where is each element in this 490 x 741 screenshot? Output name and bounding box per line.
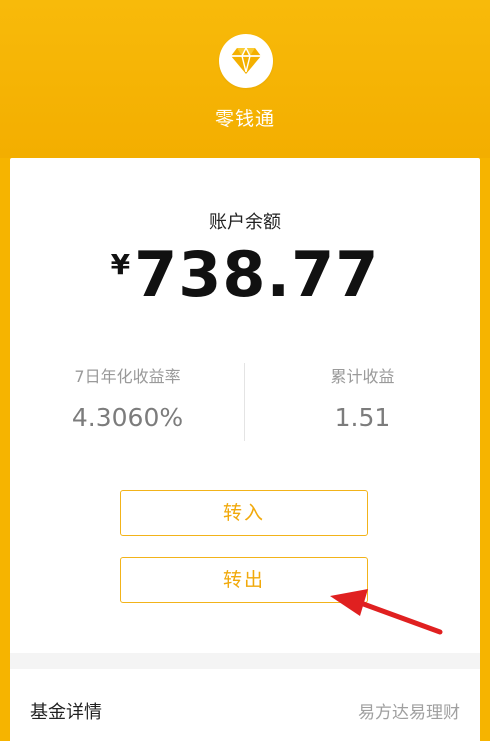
red-arrow-icon [330, 589, 443, 635]
account-card: 账户余额 ¥738.77 7日年化收益率 4.3060% 累计收益 1.51 转… [10, 158, 480, 741]
stats-section: 7日年化收益率 4.3060% 累计收益 1.51 [10, 361, 480, 441]
yield-label: 7日年化收益率 [74, 367, 181, 386]
transfer-in-button[interactable]: 转入 [120, 490, 368, 536]
fund-details-row[interactable]: 基金详情 易方达易理财 [10, 669, 480, 741]
balance-amount: 738.77 [134, 238, 380, 311]
logo-badge [219, 34, 273, 88]
fund-provider-label: 易方达易理财 [358, 703, 460, 723]
earnings-stat: 累计收益 1.51 [245, 361, 480, 432]
earnings-value: 1.51 [334, 403, 391, 432]
diamond-icon [231, 47, 261, 74]
yield-stat: 7日年化收益率 4.3060% [10, 361, 245, 432]
section-separator [10, 653, 480, 669]
currency-symbol: ¥ [110, 248, 131, 281]
yield-value: 4.3060% [71, 403, 184, 432]
balance-amount-row: ¥738.77 [10, 244, 480, 306]
app-title: 零钱通 [214, 108, 275, 130]
fund-details-label: 基金详情 [30, 702, 102, 723]
balance-label: 账户余额 [209, 212, 281, 233]
earnings-label: 累计收益 [330, 367, 395, 386]
header: 零钱通 [0, 0, 490, 158]
